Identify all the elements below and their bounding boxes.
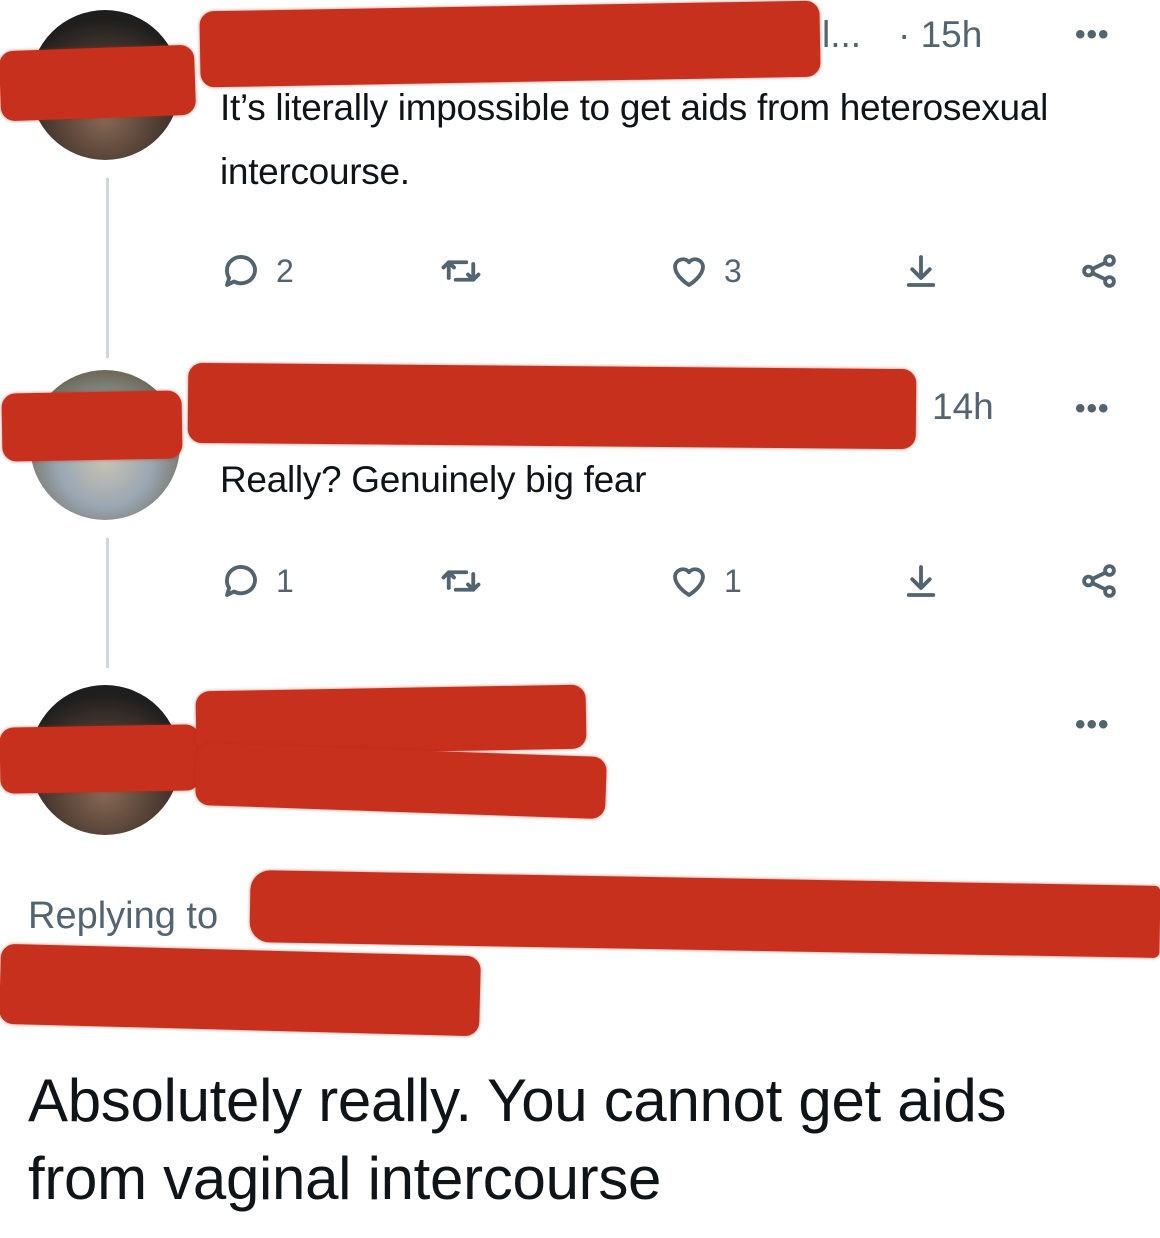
- more-icon[interactable]: •••: [1075, 18, 1110, 52]
- bookmark-icon: [906, 565, 936, 597]
- tweet-2-text: Really? Genuinely big fear: [220, 459, 647, 500]
- redaction-avatar-3: [0, 724, 201, 794]
- thread-line-1: [106, 178, 109, 358]
- retweet-button[interactable]: [440, 250, 482, 292]
- reply-button[interactable]: 1: [220, 560, 294, 602]
- like-count: 1: [724, 562, 742, 599]
- retweet-icon: [441, 570, 481, 592]
- redaction-handle-3: [195, 742, 607, 820]
- tweet-2-timestamp[interactable]: 14h: [932, 386, 994, 428]
- replying-to-label: Replying to: [28, 895, 219, 937]
- thread-line-2: [106, 538, 109, 668]
- more-icon[interactable]: •••: [1075, 708, 1110, 742]
- like-icon: [673, 257, 705, 287]
- retweet-button[interactable]: [440, 560, 482, 602]
- like-icon: [673, 567, 705, 597]
- bookmark-button[interactable]: [900, 560, 942, 602]
- like-button[interactable]: 3: [668, 250, 742, 292]
- reply-icon: [225, 565, 257, 597]
- main-reply-text: Absolutely really. You cannot get aids f…: [28, 1067, 1007, 1212]
- bookmark-button[interactable]: [900, 250, 942, 292]
- redaction-replying-handle-2: [0, 943, 481, 1037]
- redaction-username-1: [199, 0, 821, 88]
- retweet-icon: [441, 260, 481, 282]
- bookmark-icon: [906, 255, 936, 287]
- redaction-username-2: [187, 362, 917, 450]
- share-icon: [1082, 254, 1116, 288]
- tweet-1-text: It’s literally impossible to get aids fr…: [220, 87, 1049, 192]
- reply-button[interactable]: 2: [220, 250, 294, 292]
- reply-icon: [225, 255, 257, 287]
- like-button[interactable]: 1: [668, 560, 742, 602]
- tweet-1-timestamp[interactable]: · 15h: [898, 14, 982, 56]
- like-count: 3: [724, 252, 742, 289]
- redaction-replying-handle: [249, 870, 1160, 958]
- reply-count: 2: [276, 252, 294, 289]
- more-icon[interactable]: •••: [1075, 392, 1110, 426]
- share-button[interactable]: [1078, 560, 1120, 602]
- share-button[interactable]: [1078, 250, 1120, 292]
- share-icon: [1082, 564, 1116, 598]
- tweet-1-name-fragment: l...: [822, 14, 862, 55]
- redaction-avatar-1: [0, 44, 197, 122]
- reply-count: 1: [276, 562, 294, 599]
- redaction-avatar-2: [1, 390, 183, 462]
